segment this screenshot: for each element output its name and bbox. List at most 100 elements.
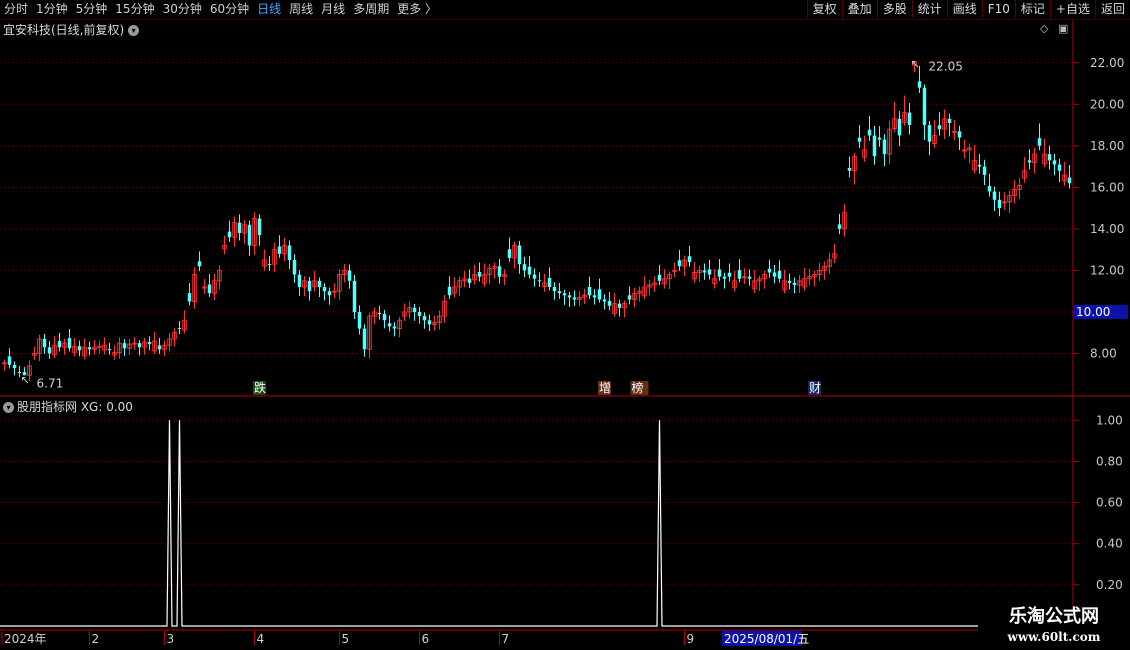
indicator-tick-label: 0.20 — [1096, 578, 1123, 592]
action-buttons: 复权 叠加 多股 统计 画线 F10 标记 +自选 返回 — [806, 0, 1130, 19]
main-chart-title: 宜安科技(日线,前复权) ▾ — [3, 21, 140, 38]
period-tab-5[interactable]: 60分钟 — [206, 0, 253, 19]
period-tab-1[interactable]: 1分钟 — [32, 0, 72, 19]
chevron-down-icon[interactable]: ▾ — [128, 25, 140, 36]
candle-body — [187, 293, 192, 302]
period-tab-6[interactable]: 日线 — [253, 0, 285, 19]
chevron-down-icon[interactable]: ▾ — [3, 402, 14, 413]
period-tab-4[interactable]: 30分钟 — [159, 0, 206, 19]
candle-body — [1052, 160, 1057, 165]
indicator-tick-label: 0.60 — [1096, 496, 1123, 510]
period-tab-7[interactable]: 周线 — [285, 0, 317, 19]
xg-signal-line — [0, 420, 978, 627]
min-arrow: ↖ — [21, 373, 30, 386]
window-icon[interactable]: ▣ — [1058, 22, 1068, 35]
toolbar-button-0[interactable]: 复权 — [806, 0, 842, 18]
candle-body — [687, 256, 692, 263]
event-markers: 跌增榜财 — [253, 380, 821, 395]
stock-title-text: 宜安科技(日线,前复权) — [3, 23, 125, 37]
candle-body — [2, 362, 7, 365]
candle-body — [557, 291, 562, 294]
candle-body — [467, 278, 472, 283]
candle-body — [87, 347, 92, 350]
candle-body — [47, 347, 52, 354]
candle-body — [907, 112, 912, 126]
candle-body — [722, 276, 727, 279]
candle-body — [927, 125, 932, 142]
candle-body — [917, 81, 922, 88]
period-tab-10[interactable]: 更多 〉 — [393, 0, 441, 19]
candle-body — [507, 249, 512, 258]
chart-top-icons: ◇ ▣ — [1040, 22, 1068, 35]
candle-body — [627, 295, 632, 300]
candle-body — [77, 346, 82, 351]
candle-body — [387, 323, 392, 327]
period-tab-3[interactable]: 15分钟 — [111, 0, 158, 19]
indicator-tick-label: 0.40 — [1096, 537, 1123, 551]
toolbar-button-2[interactable]: 多股 — [876, 0, 912, 18]
candle-body — [267, 264, 272, 266]
max-price-label: 22.05 — [929, 60, 963, 74]
price-tick-label: 18.00 — [1090, 139, 1124, 153]
candle-body — [137, 343, 142, 348]
candle-body — [857, 137, 862, 142]
candle-body — [562, 293, 567, 296]
candle-body — [547, 277, 552, 288]
price-tick-label: 16.00 — [1090, 180, 1124, 194]
candle-body — [747, 276, 752, 279]
candle-body — [12, 364, 17, 369]
candle-body — [277, 246, 282, 254]
candle-body — [327, 291, 332, 296]
price-tick-label: 22.00 — [1090, 56, 1124, 70]
toolbar-button-8[interactable]: 返回 — [1094, 0, 1130, 18]
candle-body — [617, 303, 622, 308]
date-tick-label: 4 — [257, 632, 265, 646]
candle-body — [392, 326, 397, 329]
candle-body — [587, 286, 592, 296]
candle-body — [447, 286, 452, 296]
date-tick-label: 9 — [687, 632, 695, 646]
candle-body — [957, 131, 962, 138]
toolbar-button-7[interactable]: +自选 — [1049, 0, 1095, 18]
watermark-line1: 乐淘公式网 — [1009, 606, 1099, 627]
toolbar-button-4[interactable]: 画线 — [946, 0, 982, 18]
candle-body — [67, 338, 72, 349]
price-tick-label: 14.00 — [1090, 222, 1124, 236]
candle-body — [382, 314, 387, 321]
candle-body — [377, 312, 382, 315]
candle-body — [962, 149, 967, 152]
candle-body — [987, 185, 992, 192]
diamond-icon[interactable]: ◇ — [1040, 22, 1048, 35]
candle-body — [937, 125, 942, 130]
candle-body — [792, 282, 797, 285]
candle-body — [657, 274, 662, 281]
toolbar-button-1[interactable]: 叠加 — [841, 0, 877, 18]
toolbar-button-3[interactable]: 统计 — [911, 0, 947, 18]
candle-body — [417, 311, 422, 317]
period-tab-8[interactable]: 月线 — [317, 0, 349, 19]
period-tab-0[interactable]: 分时 — [0, 0, 32, 19]
period-tab-9[interactable]: 多周期 — [349, 0, 393, 19]
candle-body — [787, 280, 792, 283]
toolbar-button-6[interactable]: 标记 — [1014, 0, 1050, 18]
watermark: 乐淘公式网 www.60lt.com — [978, 605, 1130, 650]
period-toolbar: 分时 1分钟 5分钟 15分钟 30分钟 60分钟 日线 周线 月线 多周期 更多 〉 复权 叠加 多股… — [0, 0, 1130, 20]
candle-body — [427, 320, 432, 325]
candle-body — [607, 300, 612, 306]
indicator-title-text: 股朋指标网 XG: 0.00 — [17, 400, 133, 414]
candle-body — [777, 270, 782, 279]
candle-body — [477, 272, 482, 277]
toolbar-button-5[interactable]: F10 — [981, 0, 1015, 18]
candle-body — [982, 166, 987, 175]
price-axis: 22.00 20.00 18.00 16.00 14.00 12.00 10.00 8.00 1… — [1073, 56, 1128, 592]
candle-body — [42, 338, 47, 348]
candle-body — [877, 137, 882, 140]
date-tick-label: 2024年 — [4, 632, 47, 646]
period-tab-2[interactable]: 5分钟 — [72, 0, 112, 19]
candle-body — [122, 343, 127, 349]
min-price-label: 6.71 — [37, 376, 64, 390]
kline-chart[interactable]: ↖ 22.05 ↖ 6.71 跌 增 榜 财 22.00 20.00 18.00 16.00 14.… — [0, 0, 1130, 650]
candle-body — [1067, 177, 1072, 184]
candlestick-series: ↖ 22.05 ↖ 6.71 — [2, 58, 1072, 390]
candle-body — [592, 295, 597, 298]
